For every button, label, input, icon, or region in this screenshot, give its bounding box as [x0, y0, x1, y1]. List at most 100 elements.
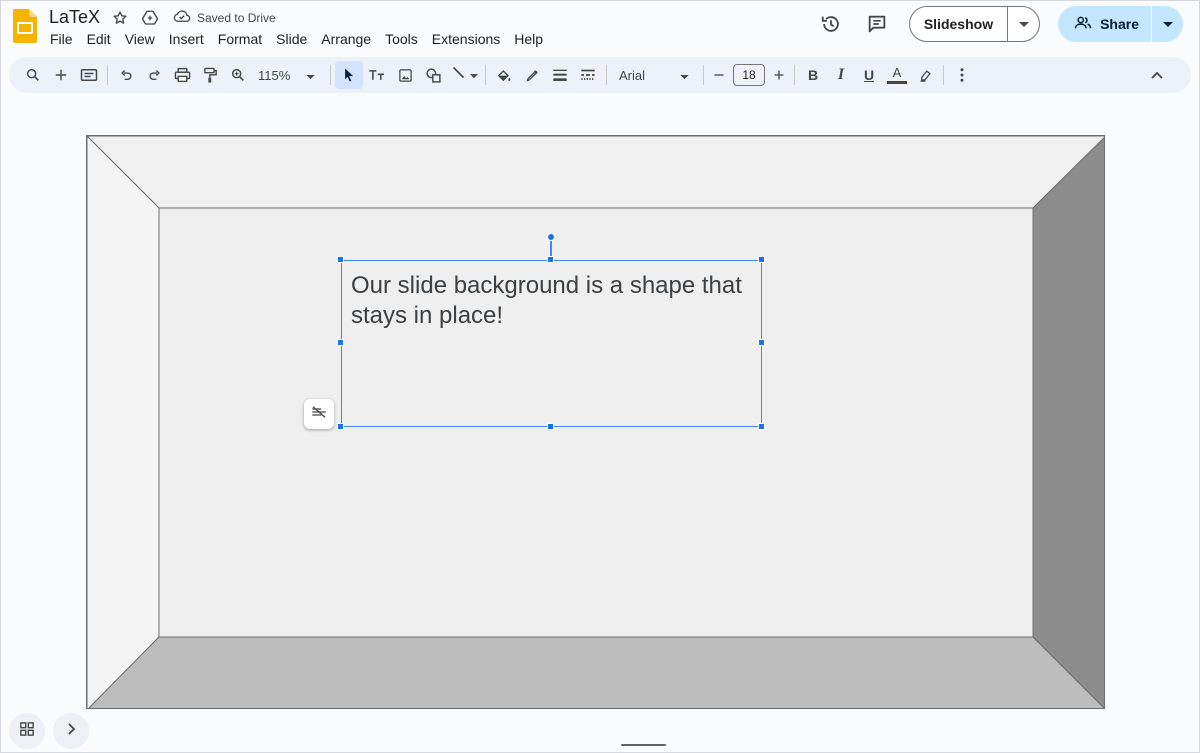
slide-text[interactable]: Our slide background is a shape that sta… — [351, 271, 751, 331]
undo-icon[interactable] — [112, 61, 140, 89]
autofit-options-button[interactable] — [304, 399, 334, 429]
comments-icon[interactable] — [859, 6, 895, 42]
caret-down-icon — [469, 66, 478, 84]
grid-view-icon — [20, 721, 34, 741]
share-options-dropdown[interactable] — [1151, 6, 1183, 42]
slide-canvas[interactable]: Our slide background is a shape that sta… — [86, 135, 1105, 709]
search-menus-icon[interactable] — [19, 61, 47, 89]
line-icon — [451, 65, 466, 85]
menu-help[interactable]: Help — [507, 30, 550, 48]
border-dash-icon[interactable] — [574, 61, 602, 89]
bold-button[interactable]: B — [799, 61, 827, 89]
caret-down-icon — [306, 68, 315, 83]
italic-button[interactable]: I — [827, 61, 855, 89]
border-weight-icon[interactable] — [546, 61, 574, 89]
resize-handle-top[interactable] — [547, 256, 554, 263]
people-icon — [1074, 16, 1092, 33]
rotate-handle[interactable] — [547, 233, 555, 241]
menu-format[interactable]: Format — [211, 30, 269, 48]
zoom-icon[interactable] — [224, 61, 252, 89]
new-slide-icon[interactable] — [47, 61, 75, 89]
share-button[interactable]: Share — [1058, 6, 1151, 42]
print-icon[interactable] — [168, 61, 196, 89]
select-tool-icon[interactable] — [335, 61, 363, 89]
menu-arrange[interactable]: Arrange — [314, 30, 378, 48]
underline-button[interactable]: U — [855, 61, 883, 89]
grid-view-button[interactable] — [9, 713, 45, 749]
document-title[interactable]: LaTeX — [49, 7, 100, 28]
toolbar-divider — [330, 65, 331, 85]
caret-down-icon — [1018, 15, 1029, 33]
resize-handle-top-right[interactable] — [758, 256, 765, 263]
highlight-color-icon[interactable] — [911, 61, 939, 89]
paint-format-icon[interactable] — [196, 61, 224, 89]
menu-file[interactable]: File — [43, 30, 80, 48]
menu-view[interactable]: View — [118, 30, 162, 48]
text-color-icon: A — [892, 65, 902, 80]
zoom-select[interactable]: 115% — [252, 61, 326, 89]
menu-bar: File Edit View Insert Format Slide Arran… — [43, 30, 550, 48]
resize-handle-bottom-left[interactable] — [337, 423, 344, 430]
text-color-swatch — [887, 81, 907, 84]
shape-icon[interactable] — [419, 61, 447, 89]
toolbar-divider — [107, 65, 108, 85]
toolbar-divider — [485, 65, 486, 85]
menu-slide[interactable]: Slide — [269, 30, 314, 48]
layout-icon[interactable] — [75, 61, 103, 89]
decrease-font-size-icon[interactable] — [708, 61, 730, 89]
resize-handle-top-left[interactable] — [337, 256, 344, 263]
background-bottom-panel — [88, 636, 1104, 708]
menu-extensions[interactable]: Extensions — [425, 30, 507, 48]
text-color-button[interactable]: A — [883, 61, 911, 89]
collapse-toolbar-icon[interactable] — [1143, 61, 1171, 89]
toolbar: 115% Arial 18 B I U A — [9, 57, 1191, 93]
insert-image-icon[interactable] — [391, 61, 419, 89]
toolbar-divider — [943, 65, 944, 85]
move-to-drive-icon[interactable] — [139, 7, 161, 29]
toolbar-divider — [794, 65, 795, 85]
line-tool-button[interactable] — [447, 61, 481, 89]
star-icon[interactable] — [109, 7, 131, 29]
background-top-panel — [87, 136, 1104, 209]
autofit-icon — [310, 405, 328, 424]
menu-tools[interactable]: Tools — [378, 30, 425, 48]
share-label: Share — [1100, 16, 1139, 32]
slideshow-options-dropdown[interactable] — [1007, 7, 1039, 41]
slides-logo-icon[interactable] — [13, 9, 37, 43]
underline-icon: U — [863, 67, 875, 83]
expand-filmstrip-button[interactable] — [53, 713, 89, 749]
selected-text-box[interactable]: Our slide background is a shape that sta… — [337, 233, 765, 430]
menu-insert[interactable]: Insert — [162, 30, 211, 48]
menu-edit[interactable]: Edit — [80, 30, 118, 48]
caret-down-icon — [1162, 15, 1173, 33]
caret-down-icon — [680, 68, 689, 83]
speaker-notes-drag-handle[interactable] — [621, 744, 666, 746]
resize-handle-right[interactable] — [758, 339, 765, 346]
resize-handle-left[interactable] — [337, 339, 344, 346]
chevron-right-icon — [67, 722, 76, 740]
bold-icon: B — [807, 67, 819, 83]
border-color-icon[interactable] — [518, 61, 546, 89]
text-box-icon[interactable] — [363, 61, 391, 89]
resize-handle-bottom-right[interactable] — [758, 423, 765, 430]
font-family-select[interactable]: Arial — [611, 61, 695, 89]
redo-icon[interactable] — [140, 61, 168, 89]
font-size-input[interactable]: 18 — [733, 64, 765, 86]
increase-font-size-icon[interactable] — [768, 61, 790, 89]
resize-handle-bottom[interactable] — [547, 423, 554, 430]
background-right-panel — [1032, 137, 1104, 708]
fill-color-icon[interactable] — [490, 61, 518, 89]
share-split-button: Share — [1058, 6, 1183, 42]
toolbar-divider — [606, 65, 607, 85]
slideshow-button[interactable]: Slideshow — [910, 7, 1007, 41]
header: LaTeX Saved to Drive File Edit View Inse… — [1, 1, 1199, 55]
save-status: Saved to Drive — [197, 11, 276, 25]
italic-icon: I — [837, 66, 845, 83]
font-family-value: Arial — [619, 67, 646, 83]
zoom-value: 115% — [258, 67, 291, 83]
background-left-panel — [87, 136, 160, 708]
version-history-icon[interactable] — [813, 6, 849, 42]
more-options-icon[interactable] — [948, 61, 976, 89]
cloud-done-icon[interactable] — [173, 9, 191, 28]
slideshow-split-button: Slideshow — [908, 6, 1041, 42]
